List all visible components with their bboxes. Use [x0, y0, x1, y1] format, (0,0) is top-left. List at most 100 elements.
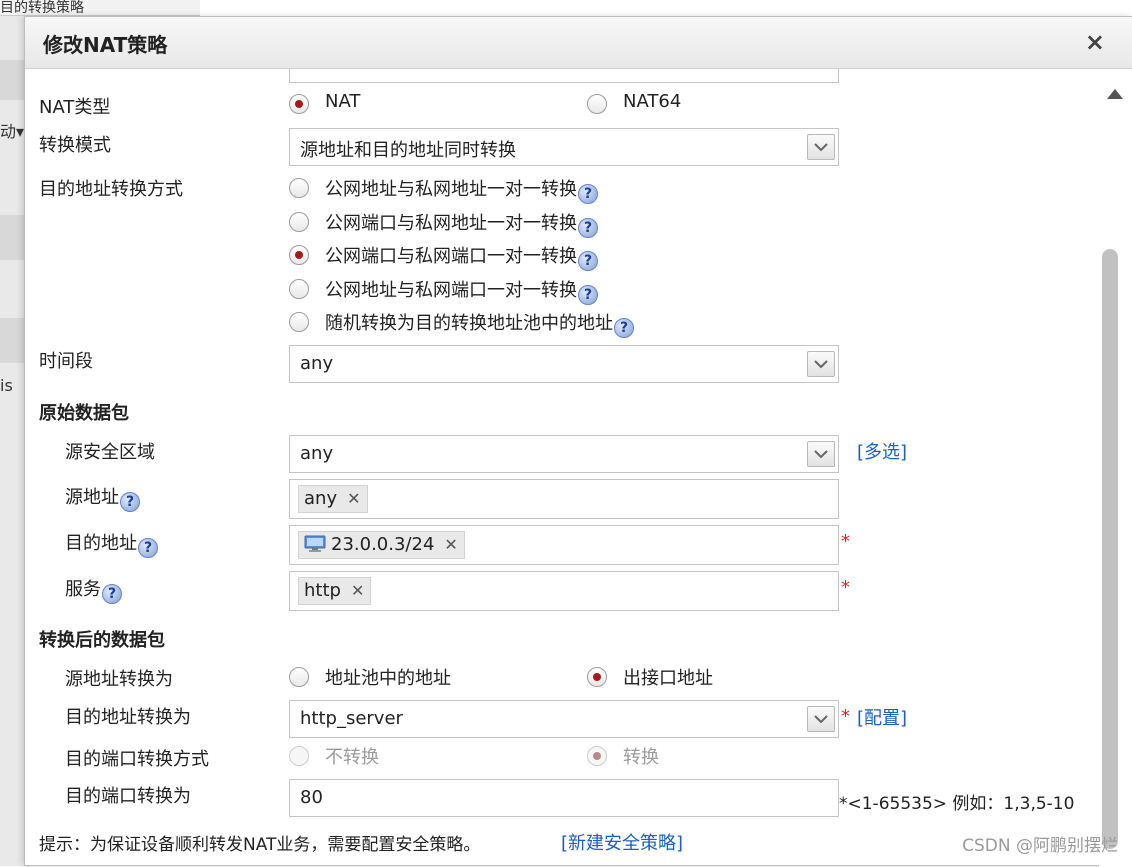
port-value-label: 目的端口转换为: [65, 786, 191, 807]
background-tab: 目的转换策略: [0, 0, 200, 16]
original-packet-heading: 原始数据包: [39, 403, 129, 424]
help-icon[interactable]: ?: [614, 318, 634, 338]
scrollbar[interactable]: [1099, 69, 1132, 867]
chevron-down-icon[interactable]: [807, 441, 835, 467]
dst-addr-tag-text: 23.0.0.3/24: [331, 534, 435, 555]
src-addr-field[interactable]: any ✕: [289, 479, 839, 519]
src-addr-tag: any ✕: [298, 485, 368, 513]
src-zone-value: any: [300, 443, 334, 464]
nat-type-label: NAT类型: [39, 97, 111, 118]
remove-icon[interactable]: ✕: [347, 489, 360, 508]
dst-method-option-5-text: 随机转换为目的转换地址池中的地址: [325, 313, 613, 334]
dst-method-radio-5[interactable]: [289, 312, 309, 332]
src-convert-option-egress: 出接口地址: [623, 668, 713, 689]
multi-select-link[interactable]: [多选]: [857, 438, 907, 464]
help-icon[interactable]: ?: [102, 584, 122, 604]
time-range-select[interactable]: any: [289, 345, 839, 383]
src-zone-select[interactable]: any: [289, 435, 839, 473]
chevron-down-icon[interactable]: [807, 351, 835, 377]
dst-convert-label: 目的地址转换为: [65, 707, 191, 728]
help-icon[interactable]: ?: [578, 218, 598, 238]
port-range-hint: *<1-65535> 例如：1,3,5-10: [839, 794, 1075, 814]
dst-convert-select[interactable]: http_server: [289, 700, 839, 738]
convert-mode-label: 转换模式: [39, 135, 111, 156]
new-security-policy-link[interactable]: [新建安全策略]: [561, 829, 683, 855]
close-icon[interactable]: ×: [1085, 28, 1105, 56]
background-menu-text: 动▾: [0, 122, 25, 141]
src-addr-label: 源地址?: [65, 483, 140, 512]
scrollbar-thumb[interactable]: [1102, 249, 1118, 849]
src-convert-radio-pool[interactable]: [289, 667, 309, 687]
service-label-text: 服务: [65, 579, 101, 600]
src-zone-label: 源安全区域: [65, 442, 155, 463]
time-range-label: 时间段: [39, 351, 93, 372]
dst-convert-value: http_server: [300, 708, 403, 729]
port-method-option-none: 不转换: [325, 747, 379, 768]
dst-method-option-2: 公网端口与私网地址一对一转换?: [325, 209, 598, 238]
dst-method-radio-3[interactable]: [289, 245, 309, 265]
dialog-title: 修改NAT策略: [43, 33, 168, 57]
src-convert-label: 源地址转换为: [65, 669, 173, 690]
background-side-text: is: [0, 376, 13, 395]
service-label: 服务?: [65, 575, 122, 604]
nat-type-option-nat64: NAT64: [623, 91, 682, 112]
src-convert-option-pool: 地址池中的地址: [325, 668, 451, 689]
service-field[interactable]: http ✕: [289, 571, 839, 611]
dst-convert-method-label: 目的地址转换方式: [39, 179, 183, 200]
chevron-down-icon[interactable]: [807, 134, 835, 160]
name-field[interactable]: [289, 69, 839, 83]
src-addr-tag-text: any: [304, 488, 338, 509]
src-addr-label-text: 源地址: [65, 487, 119, 508]
tip-text: 提示：为保证设备顺利转发NAT业务，需要配置安全策略。: [39, 835, 481, 855]
src-convert-radio-egress[interactable]: [587, 667, 607, 687]
dst-method-option-4: 公网地址与私网端口一对一转换?: [325, 276, 598, 305]
required-mark: *: [841, 531, 850, 552]
dst-method-option-3: 公网端口与私网端口一对一转换?: [325, 242, 598, 271]
dst-method-radio-2[interactable]: [289, 212, 309, 232]
config-link[interactable]: [配置]: [857, 704, 907, 730]
service-tag-text: http: [304, 580, 341, 601]
dst-method-option-1-text: 公网地址与私网地址一对一转换: [325, 179, 577, 200]
help-icon[interactable]: ?: [578, 184, 598, 204]
port-method-radio-convert[interactable]: [587, 746, 607, 766]
help-icon[interactable]: ?: [578, 251, 598, 271]
help-icon[interactable]: ?: [578, 285, 598, 305]
nat-type-radio-nat64[interactable]: [587, 94, 607, 114]
port-value: 80: [300, 787, 323, 808]
translated-packet-heading: 转换后的数据包: [39, 630, 165, 651]
dst-addr-tag: 23.0.0.3/24 ✕: [298, 531, 465, 559]
dst-addr-field[interactable]: 23.0.0.3/24 ✕: [289, 525, 839, 565]
port-method-option-convert: 转换: [623, 747, 659, 768]
port-method-label: 目的端口转换方式: [65, 749, 209, 770]
convert-mode-value: 源地址和目的地址同时转换: [300, 140, 516, 161]
port-value-input[interactable]: 80: [289, 779, 839, 817]
dst-method-option-1: 公网地址与私网地址一对一转换?: [325, 175, 598, 204]
convert-mode-select[interactable]: 源地址和目的地址同时转换: [289, 128, 839, 166]
dst-method-option-3-text: 公网端口与私网端口一对一转换: [325, 246, 577, 267]
dst-method-option-4-text: 公网地址与私网端口一对一转换: [325, 280, 577, 301]
dst-method-radio-1[interactable]: [289, 178, 309, 198]
edit-nat-policy-dialog: 修改NAT策略 × NAT类型 NAT NAT64 转换模式 源地址和目的地址同…: [24, 16, 1132, 867]
watermark: CSDN @阿鹏别摆烂: [962, 836, 1118, 856]
dialog-content: NAT类型 NAT NAT64 转换模式 源地址和目的地址同时转换 目的地址转换…: [25, 69, 1132, 867]
nat-type-radio-nat[interactable]: [289, 94, 309, 114]
remove-icon[interactable]: ✕: [351, 581, 364, 600]
dst-method-option-2-text: 公网端口与私网地址一对一转换: [325, 213, 577, 234]
help-icon[interactable]: ?: [120, 492, 140, 512]
dialog-titlebar: 修改NAT策略 ×: [25, 17, 1132, 69]
computer-icon: [304, 535, 326, 552]
required-mark: *: [841, 706, 850, 727]
service-tag: http ✕: [298, 577, 372, 605]
scroll-up-icon[interactable]: [1107, 89, 1123, 99]
dst-addr-label: 目的地址?: [65, 529, 158, 558]
dst-method-option-5: 随机转换为目的转换地址池中的地址?: [325, 309, 634, 338]
dst-addr-label-text: 目的地址: [65, 533, 137, 554]
chevron-down-icon[interactable]: [807, 706, 835, 732]
remove-icon[interactable]: ✕: [444, 535, 457, 554]
nat-type-option-nat: NAT: [325, 91, 361, 112]
dst-method-radio-4[interactable]: [289, 279, 309, 299]
port-method-radio-none[interactable]: [289, 746, 309, 766]
required-mark: *: [841, 577, 850, 598]
help-icon[interactable]: ?: [138, 538, 158, 558]
time-range-value: any: [300, 353, 334, 374]
